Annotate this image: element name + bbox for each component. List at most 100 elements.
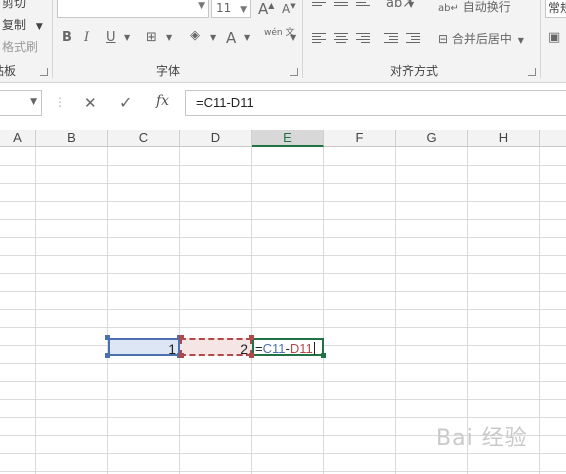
- align-left-icon[interactable]: [312, 33, 326, 45]
- chevron-down-icon: ▼: [30, 97, 37, 107]
- formula-input[interactable]: =C11-D11: [185, 90, 566, 116]
- ref-handle[interactable]: [179, 335, 184, 340]
- ref-handle[interactable]: [105, 335, 110, 340]
- align-bottom-icon[interactable]: [356, 2, 370, 14]
- grid-line: [107, 147, 108, 474]
- font-size-select[interactable]: 11 ▼: [211, 0, 251, 18]
- font-group-label: 字体: [156, 64, 181, 78]
- column-header-i[interactable]: [540, 130, 566, 147]
- column-header-e[interactable]: E: [252, 130, 324, 147]
- chevron-down-icon[interactable]: ▼: [244, 33, 250, 42]
- cancel-icon[interactable]: ✕: [84, 94, 97, 112]
- chevron-down-icon[interactable]: ▼: [290, 33, 296, 42]
- grid-line: [323, 147, 324, 474]
- copy-label: 复制: [2, 18, 27, 32]
- align-right-icon[interactable]: [356, 33, 370, 45]
- ref-handle[interactable]: [249, 335, 254, 340]
- formula-equals: =: [255, 341, 263, 356]
- font-name-select[interactable]: ▼: [57, 0, 209, 18]
- chevron-down-icon: ▼: [198, 1, 205, 11]
- grid-line: [0, 381, 566, 382]
- grid-line: [0, 165, 566, 166]
- number-format-select[interactable]: 常规: [545, 0, 566, 18]
- grid-line: [0, 327, 566, 328]
- column-header-f[interactable]: F: [324, 130, 396, 147]
- group-separator: [302, 0, 303, 78]
- cut-button[interactable]: 剪切: [2, 0, 26, 11]
- grid-line: [0, 453, 566, 454]
- grid-line: [0, 399, 566, 400]
- border-icon[interactable]: ⊞: [146, 30, 157, 45]
- enter-icon[interactable]: ✓: [119, 93, 132, 112]
- chevron-down-icon[interactable]: ▼: [210, 33, 216, 42]
- chevron-down-icon[interactable]: ▼: [124, 33, 130, 42]
- align-center-icon[interactable]: [334, 33, 348, 45]
- cell-d11[interactable]: 2: [180, 338, 252, 357]
- ref-handle[interactable]: [179, 353, 184, 358]
- watermark: Bai 经验: [436, 426, 528, 451]
- grid-line: [0, 255, 566, 256]
- chevron-down-icon: ▼: [517, 36, 524, 45]
- grid-line: [0, 273, 566, 274]
- alignment-group-label: 对齐方式: [390, 64, 439, 78]
- chevron-down-icon[interactable]: ▼: [408, 0, 414, 9]
- chevron-down-icon: ▼: [240, 5, 247, 15]
- clipboard-group-label: 贴板: [0, 64, 17, 78]
- cell-e11-editing[interactable]: =C11-D11: [252, 338, 324, 356]
- grid-line: [179, 147, 180, 474]
- grid-line: [0, 309, 566, 310]
- wrap-text-button[interactable]: ab↵ 自动换行: [438, 0, 511, 15]
- column-header-c[interactable]: C: [108, 130, 180, 147]
- column-header-h[interactable]: H: [468, 130, 540, 147]
- merge-center-label: 合并后居中: [451, 32, 512, 46]
- format-painter-label: 格式刷: [2, 40, 39, 54]
- ref-handle[interactable]: [249, 353, 254, 358]
- clipboard-launcher-icon[interactable]: [40, 68, 48, 76]
- grow-font-icon[interactable]: A▲: [258, 0, 274, 18]
- grid-line: [0, 219, 566, 220]
- name-box[interactable]: ▼: [0, 90, 42, 116]
- align-middle-icon[interactable]: [334, 2, 348, 14]
- merge-center-button[interactable]: ⊟ 合并后居中 ▼: [438, 30, 524, 47]
- cut-label: 剪切: [2, 0, 27, 10]
- column-header-a[interactable]: A: [0, 130, 36, 147]
- grid-line: [539, 147, 540, 474]
- shrink-font-icon[interactable]: A▼: [282, 2, 296, 16]
- wrap-text-icon: ab↵: [438, 3, 459, 14]
- fill-handle[interactable]: [321, 353, 326, 358]
- grid-line: [0, 471, 566, 472]
- cell-c11[interactable]: 1: [108, 338, 180, 357]
- formula-bar: ▼ ⋮ ✕ ✓ fx =C11-D11: [0, 86, 566, 122]
- grid-line: [0, 417, 566, 418]
- font-size-value: 11: [216, 1, 232, 15]
- column-header-g[interactable]: G: [396, 130, 468, 147]
- grid-line: [35, 147, 36, 474]
- insert-function-icon[interactable]: fx: [156, 93, 169, 109]
- number-format-value: 常规: [548, 1, 566, 15]
- wrap-text-label: 自动换行: [462, 0, 511, 14]
- currency-format-icon[interactable]: ▣: [548, 30, 560, 45]
- chevron-down-icon: ▼: [35, 22, 43, 32]
- alignment-launcher-icon[interactable]: [528, 68, 536, 76]
- grid-line: [0, 291, 566, 292]
- italic-button[interactable]: I: [84, 30, 89, 45]
- increase-indent-icon[interactable]: [406, 33, 420, 45]
- group-separator: [540, 0, 541, 78]
- font-color-icon[interactable]: A: [226, 29, 236, 47]
- fill-color-icon[interactable]: ◈: [190, 28, 200, 43]
- column-header-b[interactable]: B: [36, 130, 108, 147]
- ref-handle[interactable]: [105, 353, 110, 358]
- grid-line: [0, 363, 566, 364]
- formula-ref-c11: C11: [262, 341, 286, 356]
- column-header-d[interactable]: D: [180, 130, 252, 147]
- grid-line: [395, 147, 396, 474]
- decrease-indent-icon[interactable]: [384, 33, 398, 45]
- underline-button[interactable]: U: [106, 30, 116, 45]
- format-painter-button[interactable]: 格式刷: [2, 38, 38, 55]
- copy-button[interactable]: 复制 ▼: [2, 16, 43, 33]
- formula-ref-d11: D11: [289, 341, 313, 356]
- chevron-down-icon[interactable]: ▼: [166, 33, 172, 42]
- font-launcher-icon[interactable]: [290, 68, 298, 76]
- bold-button[interactable]: B: [62, 30, 72, 45]
- align-top-icon[interactable]: [312, 2, 326, 14]
